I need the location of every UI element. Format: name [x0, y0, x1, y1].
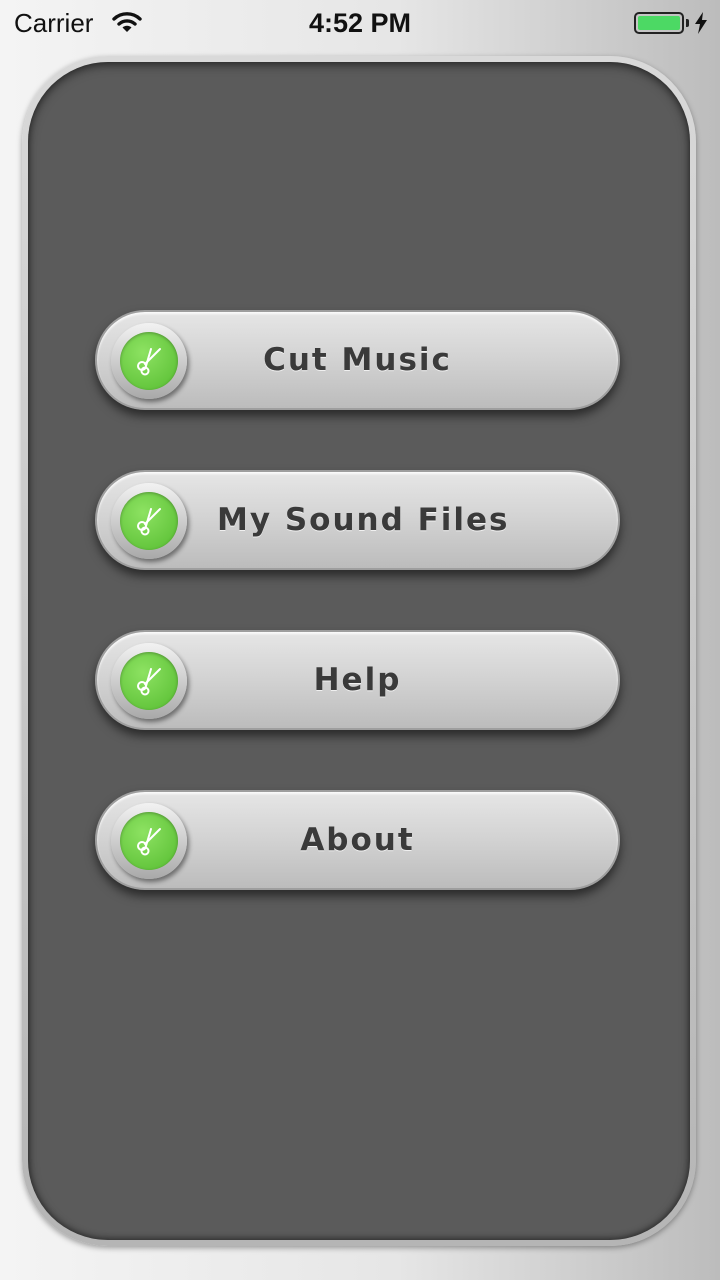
cut-music-button[interactable]: Cut Music	[95, 310, 620, 410]
about-button[interactable]: About	[95, 790, 620, 890]
status-bar: Carrier 4:52 PM	[0, 0, 720, 48]
scissors-icon	[120, 652, 178, 710]
clock: 4:52 PM	[308, 8, 412, 38]
my-sound-files-button[interactable]: My Sound Files	[95, 470, 620, 570]
battery-level	[638, 16, 680, 30]
button-knob	[111, 323, 187, 399]
charging-bolt-icon	[695, 12, 707, 34]
my-sound-files-label: My Sound Files	[217, 502, 510, 538]
help-label: Help	[313, 662, 402, 698]
scissors-icon	[120, 492, 178, 550]
button-knob	[111, 803, 187, 879]
battery-tip	[686, 19, 689, 27]
cut-music-label: Cut Music	[263, 342, 452, 378]
button-knob	[111, 643, 187, 719]
help-button[interactable]: Help	[95, 630, 620, 730]
scissors-icon	[120, 812, 178, 870]
battery-icon	[634, 12, 684, 34]
about-label: About	[300, 822, 415, 858]
button-knob	[111, 483, 187, 559]
scissors-icon	[120, 332, 178, 390]
